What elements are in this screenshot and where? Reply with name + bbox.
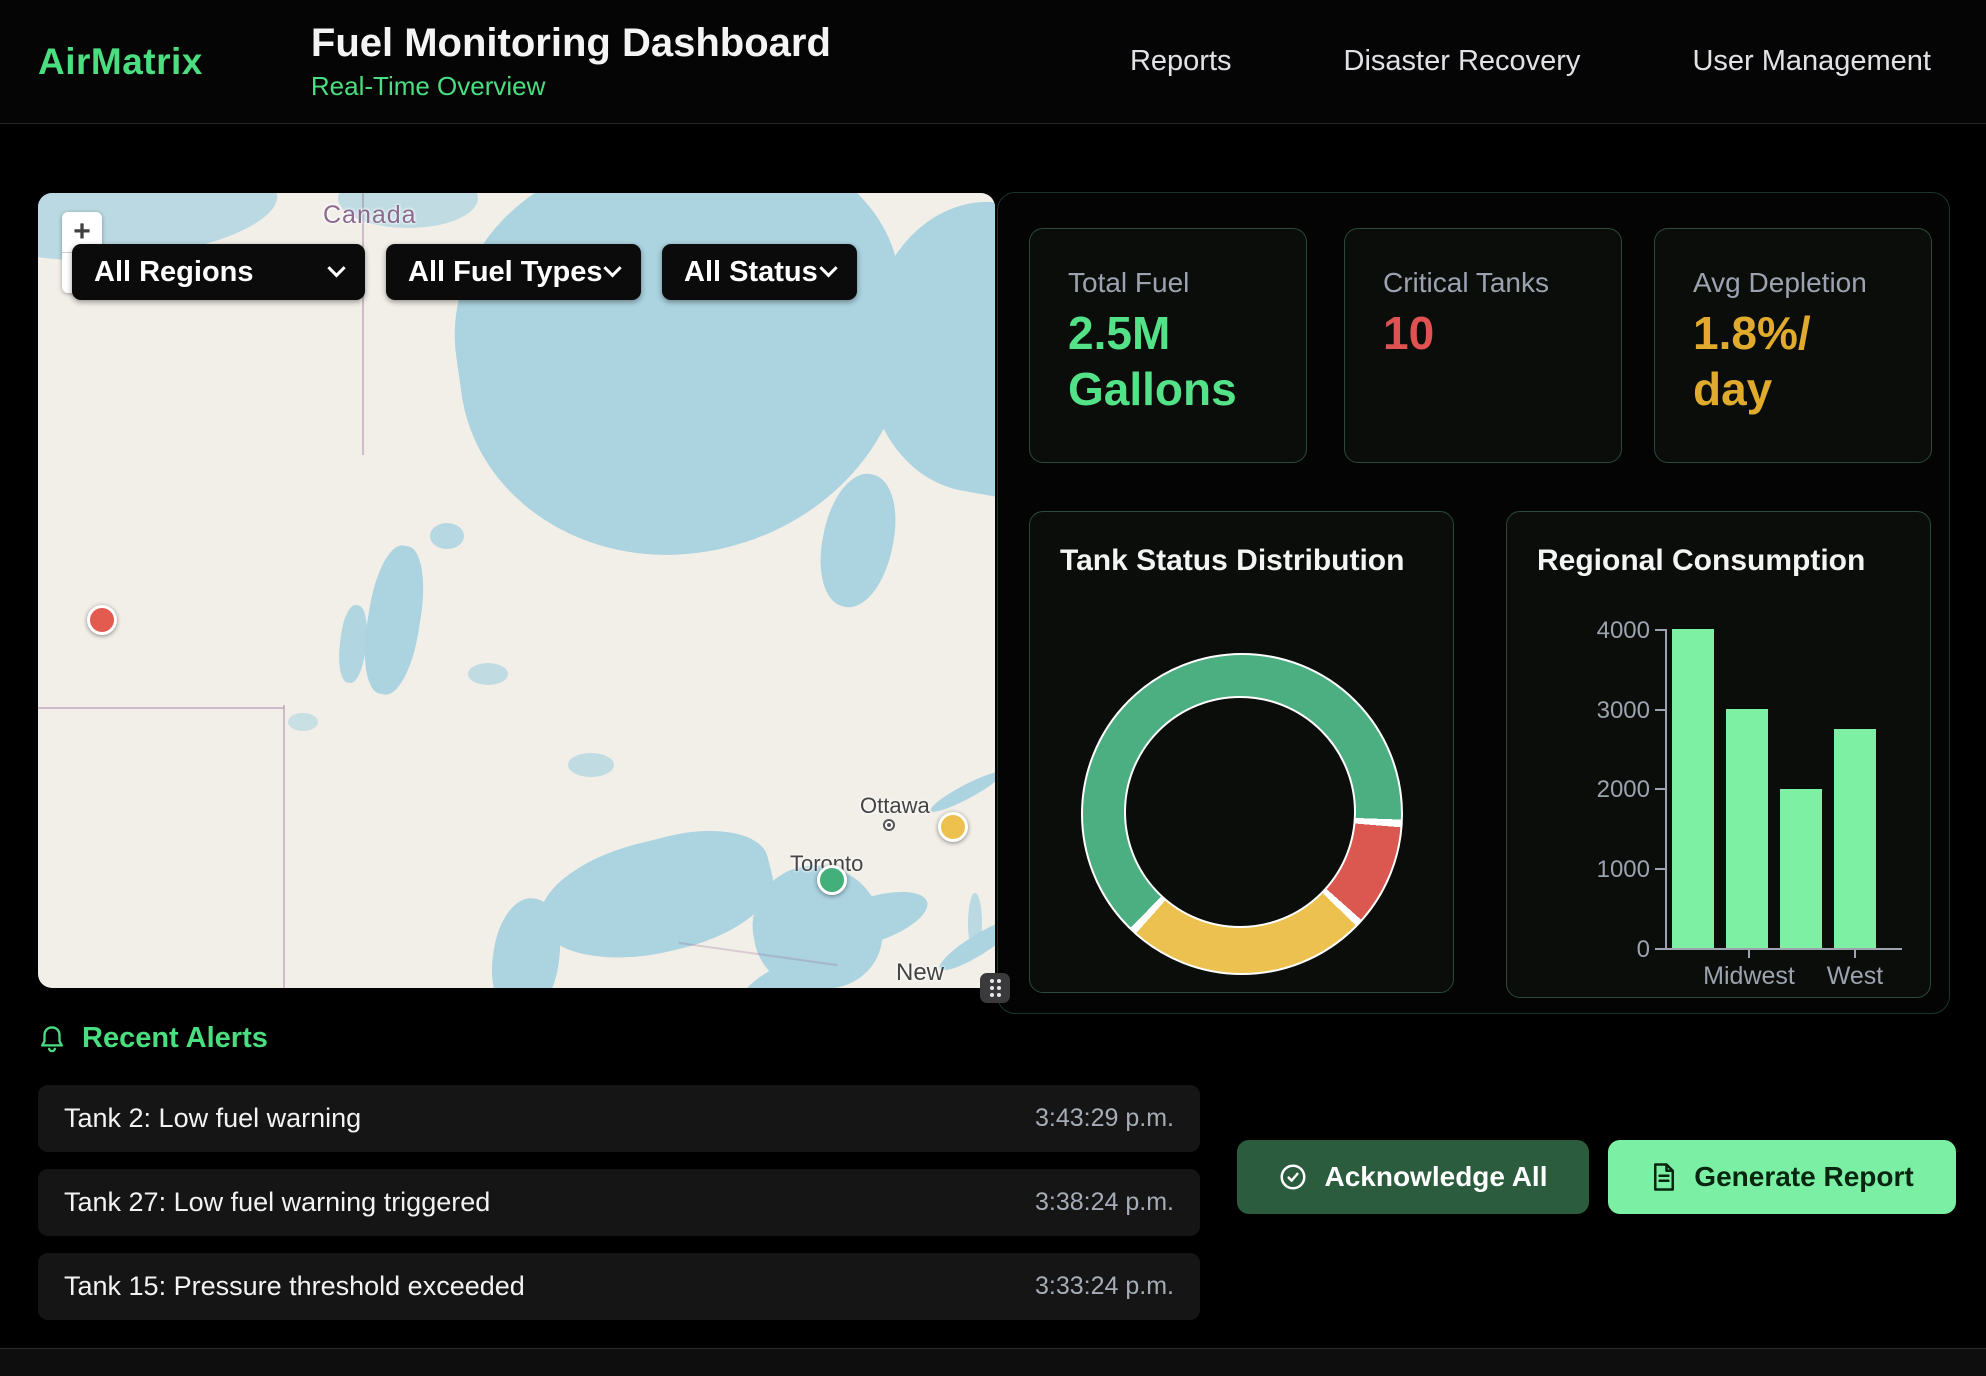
regional-consumption-card: Regional Consumption 0 1000 2000 3000 40… (1506, 511, 1931, 998)
nav-disaster-recovery[interactable]: Disaster Recovery (1344, 45, 1581, 78)
x-axis (1657, 948, 1902, 950)
document-icon (1650, 1162, 1678, 1192)
acknowledge-all-label: Acknowledge All (1324, 1161, 1547, 1193)
consumption-bar (1780, 789, 1822, 949)
alert-time: 3:38:24 p.m. (1035, 1188, 1174, 1217)
next-section-edge (0, 1348, 1986, 1376)
map-water-ny (968, 893, 982, 953)
y-tick-mark (1655, 868, 1665, 870)
recent-alerts-title: Recent Alerts (82, 1022, 268, 1055)
app-header: AirMatrix Fuel Monitoring Dashboard Real… (0, 0, 1986, 124)
tank-status-card: Tank Status Distribution (1029, 511, 1454, 993)
tank-map[interactable]: Canada Ottawa Toronto New York + − All R… (38, 193, 995, 988)
capital-marker-icon (883, 819, 895, 831)
y-tick-mark (1655, 629, 1665, 631)
y-tick-mark (1655, 788, 1665, 790)
donut-hole (1124, 696, 1356, 928)
alert-row[interactable]: Tank 2: Low fuel warning 3:43:29 p.m. (38, 1085, 1200, 1152)
consumption-bar (1834, 729, 1876, 948)
recent-alerts-header: Recent Alerts (38, 1022, 268, 1055)
map-filter-bar: All Regions All Fuel Types All Status (72, 244, 857, 300)
map-border-line (362, 193, 364, 455)
map-label-ottawa: Ottawa (860, 793, 930, 819)
map-lake-manitoba (336, 604, 370, 684)
map-border-line (38, 707, 284, 709)
x-tick-mark (1854, 950, 1856, 958)
tank-marker-normal[interactable] (817, 865, 847, 895)
status-filter-select[interactable]: All Status (662, 244, 857, 300)
alert-row[interactable]: Tank 15: Pressure threshold exceeded 3:3… (38, 1253, 1200, 1320)
y-tick-label: 3000 (1590, 697, 1650, 725)
stat-value: 10 (1383, 305, 1621, 361)
alert-time: 3:43:29 p.m. (1035, 1104, 1174, 1133)
stat-card-critical-tanks: Critical Tanks 10 (1344, 228, 1622, 463)
fuel-type-filter-value: All Fuel Types (408, 256, 602, 289)
nav-user-management[interactable]: User Management (1692, 45, 1931, 78)
page-subtitle: Real-Time Overview (311, 71, 831, 102)
acknowledge-all-button[interactable]: Acknowledge All (1237, 1140, 1589, 1214)
y-tick-label: 1000 (1590, 856, 1650, 884)
alert-message: Tank 2: Low fuel warning (64, 1103, 361, 1134)
check-circle-icon (1278, 1162, 1308, 1192)
region-filter-select[interactable]: All Regions (72, 244, 365, 300)
alert-row[interactable]: Tank 27: Low fuel warning triggered 3:38… (38, 1169, 1200, 1236)
y-tick-mark (1655, 709, 1665, 711)
map-river (927, 767, 995, 817)
stat-card-total-fuel: Total Fuel 2.5MGallons (1029, 228, 1307, 463)
y-axis (1665, 629, 1667, 950)
generate-report-button[interactable]: Generate Report (1608, 1140, 1956, 1214)
stat-label: Critical Tanks (1383, 267, 1621, 299)
tank-marker-critical[interactable] (87, 605, 117, 635)
x-tick-mark (1748, 950, 1750, 958)
brand-logo: AirMatrix (38, 41, 203, 83)
tank-marker-warning[interactable] (938, 812, 968, 842)
page-title: Fuel Monitoring Dashboard (311, 21, 831, 65)
map-border-line (283, 705, 285, 988)
chevron-down-icon (327, 259, 345, 277)
fuel-type-filter-select[interactable]: All Fuel Types (386, 244, 641, 300)
map-small-lake (288, 713, 318, 731)
stat-label: Avg Depletion (1693, 267, 1931, 299)
y-tick-label: 0 (1590, 936, 1650, 964)
map-small-lake (568, 753, 614, 777)
stat-card-avg-depletion: Avg Depletion 1.8%/day (1654, 228, 1932, 463)
x-label-west: West (1827, 962, 1884, 991)
map-lake-winnipeg (357, 542, 432, 698)
map-small-lake (430, 523, 464, 549)
alert-time: 3:33:24 p.m. (1035, 1272, 1174, 1301)
map-lake-superior (528, 814, 784, 980)
stat-value: 2.5MGallons (1068, 305, 1306, 417)
alert-message: Tank 15: Pressure threshold exceeded (64, 1271, 525, 1302)
chevron-down-icon (819, 259, 837, 277)
chevron-down-icon (603, 259, 621, 277)
alert-message: Tank 27: Low fuel warning triggered (64, 1187, 490, 1218)
map-label-canada: Canada (323, 201, 417, 230)
regional-consumption-chart: 0 1000 2000 3000 4000 Midwest West (1507, 512, 1932, 999)
stat-value: 1.8%/day (1693, 305, 1931, 417)
fuel-monitoring-dashboard: AirMatrix Fuel Monitoring Dashboard Real… (0, 0, 1986, 1376)
stat-label: Total Fuel (1068, 267, 1306, 299)
status-filter-value: All Status (684, 256, 818, 289)
nav-reports[interactable]: Reports (1130, 45, 1232, 78)
map-small-lake (468, 663, 508, 685)
tank-status-donut (1082, 654, 1402, 974)
tank-status-title: Tank Status Distribution (1060, 544, 1453, 578)
consumption-bar (1672, 629, 1714, 948)
x-label-midwest: Midwest (1703, 962, 1795, 991)
title-block: Fuel Monitoring Dashboard Real-Time Over… (311, 21, 831, 102)
map-resize-handle-icon[interactable] (980, 973, 1010, 1003)
bell-icon (38, 1024, 66, 1054)
region-filter-value: All Regions (94, 256, 254, 289)
consumption-bar (1726, 709, 1768, 948)
main-nav: Reports Disaster Recovery User Managemen… (1130, 45, 1931, 78)
y-tick-label: 2000 (1590, 776, 1650, 804)
y-tick-label: 4000 (1590, 617, 1650, 645)
metrics-panel: Total Fuel 2.5MGallons Critical Tanks 10… (997, 192, 1950, 1014)
generate-report-label: Generate Report (1694, 1161, 1913, 1193)
